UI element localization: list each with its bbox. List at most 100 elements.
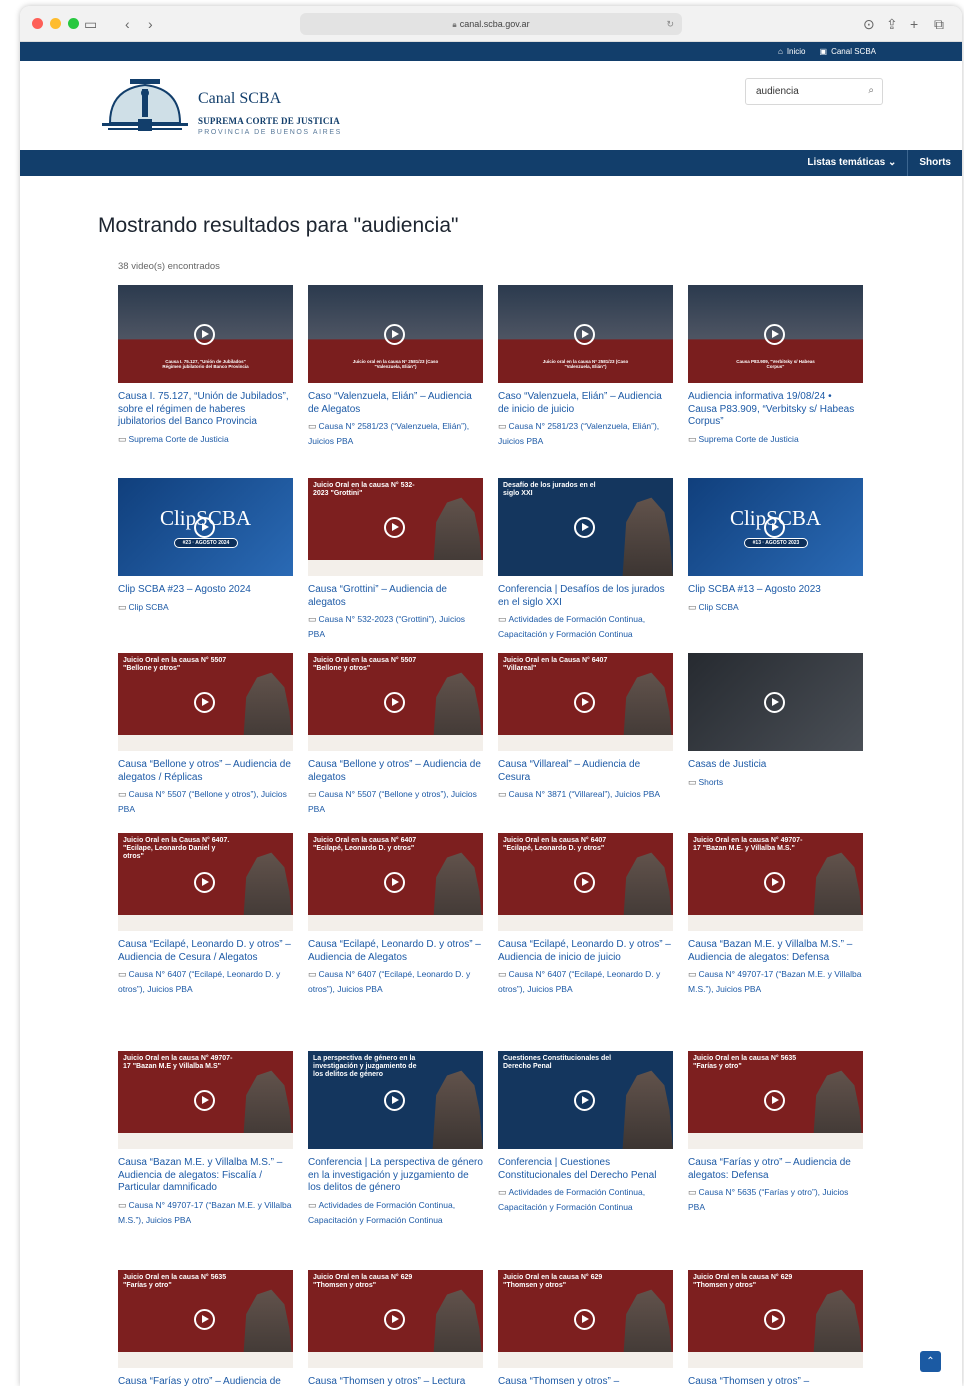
- video-thumbnail[interactable]: Juicio Oral en la causa N° 5507 "Bellone…: [118, 653, 293, 751]
- video-title-link[interactable]: Causa “Villareal” – Audiencia de Cesura: [498, 759, 673, 784]
- video-thumbnail[interactable]: Cuestiones Constitucionales del Derecho …: [498, 1051, 673, 1149]
- play-icon[interactable]: [384, 324, 405, 345]
- video-card[interactable]: Juicio Oral en la causa N° 5635 "Farías …: [118, 1270, 293, 1386]
- video-thumbnail[interactable]: Juicio Oral en la causa N° 629 "Thomsen …: [688, 1270, 863, 1368]
- play-icon[interactable]: [764, 1090, 785, 1111]
- play-icon[interactable]: [764, 517, 785, 538]
- video-category[interactable]: ▭ Causa N° 6407 (“Ecilapé, Leonardo D. y …: [498, 967, 673, 997]
- reload-icon[interactable]: ↻: [666, 13, 674, 35]
- video-card[interactable]: Causa I. 75.127, "Unión de Jubilados" Ré…: [118, 285, 293, 447]
- share-icon[interactable]: ⇪: [886, 15, 898, 33]
- video-title-link[interactable]: Causa “Farías y otro” – Audiencia de ale…: [688, 1157, 863, 1182]
- video-thumbnail[interactable]: Juicio Oral en la causa N° 6407 "Ecilapé…: [308, 833, 483, 931]
- video-thumbnail[interactable]: Juicio Oral en la causa N° 49707-17 "Baz…: [118, 1051, 293, 1149]
- video-card[interactable]: Causa P83.909, "Verbitsky s/ Habeas Corp…: [688, 285, 863, 447]
- close-window-button[interactable]: [32, 18, 43, 29]
- play-icon[interactable]: [764, 324, 785, 345]
- video-category[interactable]: ▭ Causa N° 5635 (“Farías y otro”), Juicio…: [688, 1185, 863, 1215]
- video-thumbnail[interactable]: Juicio Oral en la causa N° 629 "Thomsen …: [308, 1270, 483, 1368]
- video-category[interactable]: ▭ Shorts: [688, 775, 863, 790]
- play-icon[interactable]: [574, 517, 595, 538]
- video-card[interactable]: Desafío de los jurados en el siglo XXI Co…: [498, 478, 673, 642]
- scba-logo[interactable]: [100, 73, 190, 135]
- video-category[interactable]: ▭ Actividades de Formación Continua, Capa…: [498, 1185, 673, 1215]
- video-card[interactable]: Juicio Oral en la causa N° 629 "Thomsen …: [498, 1270, 673, 1386]
- video-card[interactable]: Juicio oral en la causa N° 2581/23 (Caso…: [308, 285, 483, 449]
- video-category[interactable]: ▭ Causa N° 49707-17 (“Bazan M.E. y Villal…: [688, 967, 863, 997]
- video-title-link[interactable]: Causa “Ecilapé, Leonardo D. y otros” – A…: [118, 939, 293, 964]
- video-card[interactable]: Juicio Oral en la causa N° 49707-17 "Baz…: [688, 833, 863, 997]
- play-icon[interactable]: [764, 1309, 785, 1330]
- video-category[interactable]: ▭ Causa N° 5507 (“Bellone y otros”), Juic…: [118, 787, 293, 817]
- video-title-link[interactable]: Causa “Thomsen y otros” –: [688, 1376, 863, 1386]
- video-title-link[interactable]: Causa I. 75.127, “Unión de Jubilados”, s…: [118, 391, 293, 429]
- video-thumbnail[interactable]: Juicio Oral en la causa N° 5635 "Farías …: [688, 1051, 863, 1149]
- video-card[interactable]: ClipSCBA #13 · AGOSTO 2023 Clip SCBA #13 –…: [688, 478, 863, 615]
- topbar-link-inicio[interactable]: ⌂ Inicio: [778, 42, 806, 61]
- video-title-link[interactable]: Causa “Farías y otro” – Audiencia de: [118, 1376, 293, 1386]
- maximize-window-button[interactable]: [68, 18, 79, 29]
- topbar-link-canal[interactable]: ▣ Canal SCBA: [820, 42, 876, 61]
- video-title-link[interactable]: Causa “Thomsen y otros” – Lectura: [308, 1376, 483, 1386]
- video-category[interactable]: ▭ Suprema Corte de Justicia: [688, 432, 863, 447]
- video-card[interactable]: Juicio oral en la causa N° 2581/23 (Caso…: [498, 285, 673, 449]
- sidebar-toggle-icon[interactable]: ▭: [84, 15, 97, 33]
- address-bar[interactable]: 🔒︎ canal.scba.gov.ar ↻: [300, 13, 682, 35]
- nav-item-listas-tematicas[interactable]: Listas temáticas ⌄: [796, 150, 907, 176]
- video-category[interactable]: ▭ Causa N° 6407 (“Ecilapé, Leonardo D. y …: [308, 967, 483, 997]
- back-icon[interactable]: ‹: [125, 15, 130, 33]
- play-icon[interactable]: [574, 324, 595, 345]
- video-card[interactable]: Casas de Justicia ▭ Shorts: [688, 653, 863, 790]
- video-title-link[interactable]: Causa “Thomsen y otros” –: [498, 1376, 673, 1386]
- video-thumbnail[interactable]: La perspectiva de género en la investiga…: [308, 1051, 483, 1149]
- video-card[interactable]: Juicio Oral en la causa N° 6407 "Ecilapé…: [498, 833, 673, 997]
- video-category[interactable]: ▭ Causa N° 2581/23 (“Valenzuela, Elián”),…: [498, 419, 673, 449]
- video-thumbnail[interactable]: ClipSCBA #23 · AGOSTO 2024: [118, 478, 293, 576]
- video-title-link[interactable]: Caso “Valenzuela, Elián” – Audiencia de …: [498, 391, 673, 416]
- video-category[interactable]: ▭ Causa N° 6407 (“Ecilapé, Leonardo D. y …: [118, 967, 293, 997]
- play-icon[interactable]: [384, 692, 405, 713]
- play-icon[interactable]: [194, 517, 215, 538]
- video-card[interactable]: Juicio Oral en la causa N° 5635 "Farías …: [688, 1051, 863, 1215]
- play-icon[interactable]: [764, 692, 785, 713]
- play-icon[interactable]: [574, 1309, 595, 1330]
- video-thumbnail[interactable]: Juicio Oral en la causa N° 629 "Thomsen …: [498, 1270, 673, 1368]
- new-tab-icon[interactable]: +: [910, 15, 918, 33]
- play-icon[interactable]: [384, 1309, 405, 1330]
- video-title-link[interactable]: Causa “Bazan M.E. y Villalba M.S.” – Aud…: [118, 1157, 293, 1195]
- tabs-overview-icon[interactable]: ⧉: [934, 15, 944, 33]
- video-category[interactable]: ▭ Suprema Corte de Justicia: [118, 432, 293, 447]
- video-card[interactable]: La perspectiva de género en la investiga…: [308, 1051, 483, 1228]
- video-card[interactable]: Juicio Oral en la Causa N° 6407. "Ecilap…: [118, 833, 293, 997]
- video-thumbnail[interactable]: Juicio Oral en la causa N° 49707-17 "Baz…: [688, 833, 863, 931]
- search-icon[interactable]: ⌕: [868, 85, 874, 96]
- video-category[interactable]: ▭ Causa N° 532-2023 (“Grottini”), Juicios…: [308, 612, 483, 642]
- video-title-link[interactable]: Causa “Ecilapé, Leonardo D. y otros” – A…: [498, 939, 673, 964]
- download-icon[interactable]: ⊙: [863, 15, 875, 33]
- video-card[interactable]: Juicio Oral en la causa N° 5507 "Bellone…: [308, 653, 483, 817]
- video-category[interactable]: ▭ Actividades de Formación Continua, Capa…: [498, 612, 673, 642]
- video-title-link[interactable]: Causa “Bazan M.E. y Villalba M.S.” – Aud…: [688, 939, 863, 964]
- video-title-link[interactable]: Caso “Valenzuela, Elián” – Audiencia de …: [308, 391, 483, 416]
- video-card[interactable]: Cuestiones Constitucionales del Derecho …: [498, 1051, 673, 1215]
- play-icon[interactable]: [384, 517, 405, 538]
- video-title-link[interactable]: Causa “Grottini” – Audiencia de alegatos: [308, 584, 483, 609]
- video-category[interactable]: ▭ Causa N° 3871 (“Villareal”), Juicios PB…: [498, 787, 673, 802]
- video-category[interactable]: ▭ Causa N° 5507 (“Bellone y otros”), Juic…: [308, 787, 483, 817]
- play-icon[interactable]: [194, 1309, 215, 1330]
- video-title-link[interactable]: Conferencia | La perspectiva de género e…: [308, 1157, 483, 1195]
- play-icon[interactable]: [384, 1090, 405, 1111]
- video-card[interactable]: Juicio Oral en la causa N° 629 "Thomsen …: [308, 1270, 483, 1386]
- video-card[interactable]: Juicio Oral en la causa N° 5507 "Bellone…: [118, 653, 293, 817]
- video-category[interactable]: ▭ Causa N° 2581/23 (“Valenzuela, Elián”),…: [308, 419, 483, 449]
- video-card[interactable]: Juicio Oral en la causa N° 6407 "Ecilapé…: [308, 833, 483, 997]
- video-category[interactable]: ▭ Causa N° 49707-17 (“Bazan M.E. y Villal…: [118, 1198, 293, 1228]
- play-icon[interactable]: [194, 324, 215, 345]
- minimize-window-button[interactable]: [50, 18, 61, 29]
- play-icon[interactable]: [574, 692, 595, 713]
- video-thumbnail[interactable]: Juicio oral en la causa N° 2581/23 (Caso…: [308, 285, 483, 383]
- video-title-link[interactable]: Conferencia | Desafíos de los jurados en…: [498, 584, 673, 609]
- video-title-link[interactable]: Causa “Ecilapé, Leonardo D. y otros” – A…: [308, 939, 483, 964]
- video-thumbnail[interactable]: Juicio Oral en la causa N° 5635 "Farías …: [118, 1270, 293, 1368]
- video-category[interactable]: ▭ Clip SCBA: [688, 600, 863, 615]
